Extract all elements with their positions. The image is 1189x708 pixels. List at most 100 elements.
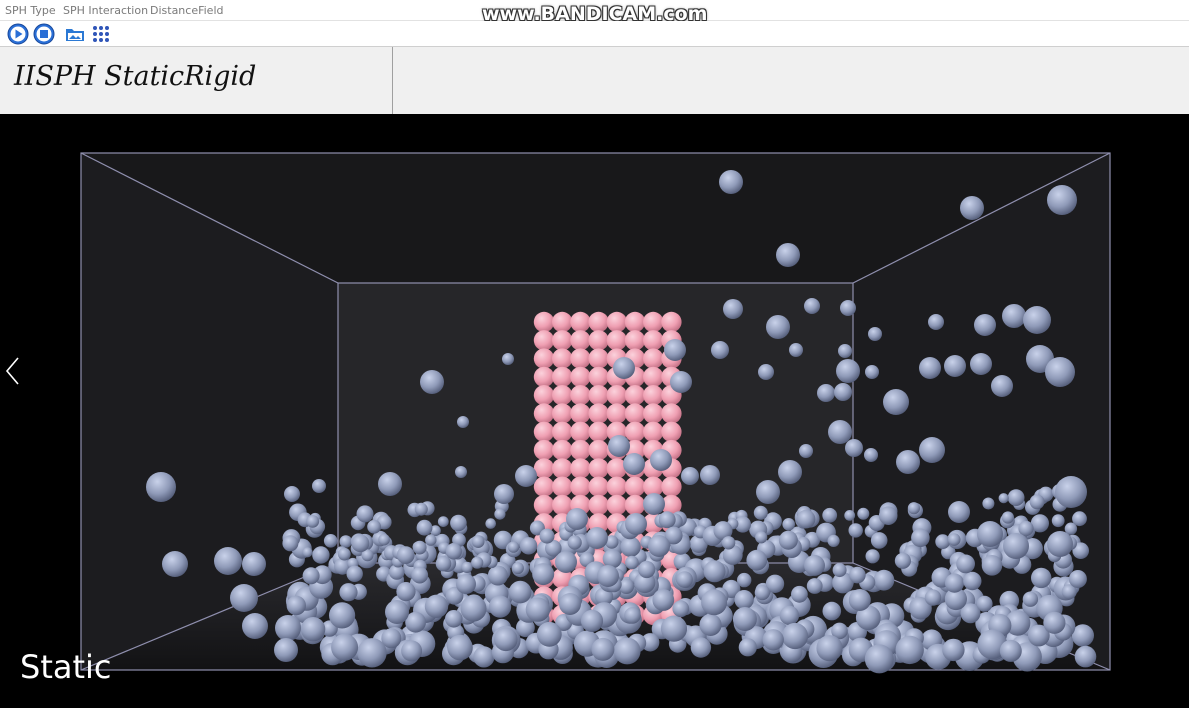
fluid-particle (396, 582, 416, 602)
fluid-particle (623, 453, 645, 475)
rigid-particle (552, 403, 573, 424)
fluid-particle (461, 561, 473, 573)
fluid-particle (455, 466, 467, 478)
fluid-particle (274, 638, 298, 662)
fluid-particle (515, 465, 537, 487)
fluid-particle (445, 610, 463, 628)
fluid-particle (378, 533, 390, 546)
fluid-particle (457, 416, 469, 428)
prev-button[interactable] (2, 354, 24, 388)
rigid-particle (552, 311, 573, 333)
fluid-particle (670, 371, 692, 393)
rigid-particle (533, 476, 555, 497)
fluid-particle (1002, 304, 1026, 328)
menu-sph-interaction[interactable]: SPH Interaction (63, 4, 148, 17)
fluid-particle (845, 439, 863, 457)
play-button[interactable] (7, 23, 29, 45)
fluid-particle (648, 535, 670, 557)
fluid-particle (956, 554, 975, 574)
fluid-particle (414, 502, 428, 516)
fluid-particle (437, 516, 449, 527)
rigid-particle (533, 494, 555, 516)
fluid-particle (652, 589, 675, 611)
fluid-particle (494, 508, 506, 520)
rigid-particle (570, 421, 591, 442)
fluid-particle (650, 449, 672, 471)
fluid-particle (1045, 357, 1075, 387)
fluid-particle (970, 353, 992, 375)
fluid-particle (681, 467, 699, 485)
fluid-particle (420, 370, 444, 394)
rigid-particle (570, 439, 591, 461)
fluid-particle (638, 560, 656, 579)
fluid-particle (919, 357, 941, 379)
fluid-particle (1007, 489, 1025, 506)
rigid-particle (643, 348, 664, 369)
rigid-particle (552, 458, 573, 479)
fluid-particle (643, 493, 665, 515)
fluid-particle (738, 638, 757, 657)
fluid-particle (911, 528, 930, 548)
fluid-particle (620, 536, 641, 557)
fluid-particle (948, 501, 970, 523)
fluid-particle (804, 298, 820, 314)
fluid-particle (804, 554, 825, 576)
status-label: Static (20, 648, 112, 686)
header-panel: IISPH StaticRigid (0, 47, 1189, 114)
fluid-particle (883, 389, 909, 415)
fluid-particle (580, 609, 604, 632)
fluid-particle (894, 552, 912, 569)
fluid-particle (566, 508, 588, 530)
rigid-particle (624, 494, 646, 516)
fluid-particle (703, 560, 726, 583)
fluid-particle (896, 450, 920, 474)
load-scene-button[interactable] (64, 23, 86, 45)
fluid-particle (508, 580, 532, 604)
stop-button[interactable] (33, 23, 55, 45)
rigid-particle (624, 311, 646, 333)
particles-button[interactable] (90, 23, 112, 45)
fluid-particle (1055, 476, 1087, 508)
fluid-particle (396, 546, 415, 564)
fluid-particle (753, 505, 768, 520)
fluid-particle (411, 566, 429, 584)
fluid-particle (471, 556, 484, 569)
fluid-particle (625, 555, 639, 570)
fluid-particle (806, 578, 823, 594)
fluid-particle (555, 551, 577, 573)
fluid-particle (450, 514, 467, 532)
rigid-particle (624, 330, 646, 351)
rigid-particle (570, 311, 591, 333)
fluid-particle (834, 383, 852, 401)
fluid-particle (756, 480, 780, 504)
particle-grid-icon (93, 26, 109, 42)
fluid-particle (346, 565, 363, 582)
fluid-particle (146, 472, 176, 502)
fluid-particle (781, 622, 809, 650)
rigid-particle (552, 366, 573, 388)
menu-sph-type[interactable]: SPH Type (5, 4, 56, 17)
rigid-particle (588, 348, 609, 369)
fluid-particle (625, 513, 647, 535)
rigid-particle (570, 348, 591, 369)
rigid-particle (533, 330, 555, 351)
simulation-viewport[interactable]: Static (0, 114, 1189, 708)
fluid-particle (536, 621, 562, 647)
fluid-particle (1074, 645, 1097, 668)
fluid-particle (799, 444, 813, 458)
fluid-particle (734, 590, 754, 610)
fluid-particle (766, 315, 790, 339)
fluid-particle (660, 615, 688, 642)
fluid-particle (944, 573, 965, 593)
rigid-particle (552, 421, 573, 442)
rigid-particle (643, 421, 664, 442)
fluid-particle (412, 540, 427, 555)
fluid-particle (608, 435, 630, 457)
fluid-particle (306, 515, 320, 528)
simulation-scene[interactable] (0, 114, 1189, 708)
fluid-particle (664, 339, 686, 361)
menu-distance-field[interactable]: DistanceField (150, 4, 224, 17)
fluid-particle (791, 585, 808, 603)
fluid-particle (162, 551, 188, 577)
fluid-particle (487, 565, 508, 586)
